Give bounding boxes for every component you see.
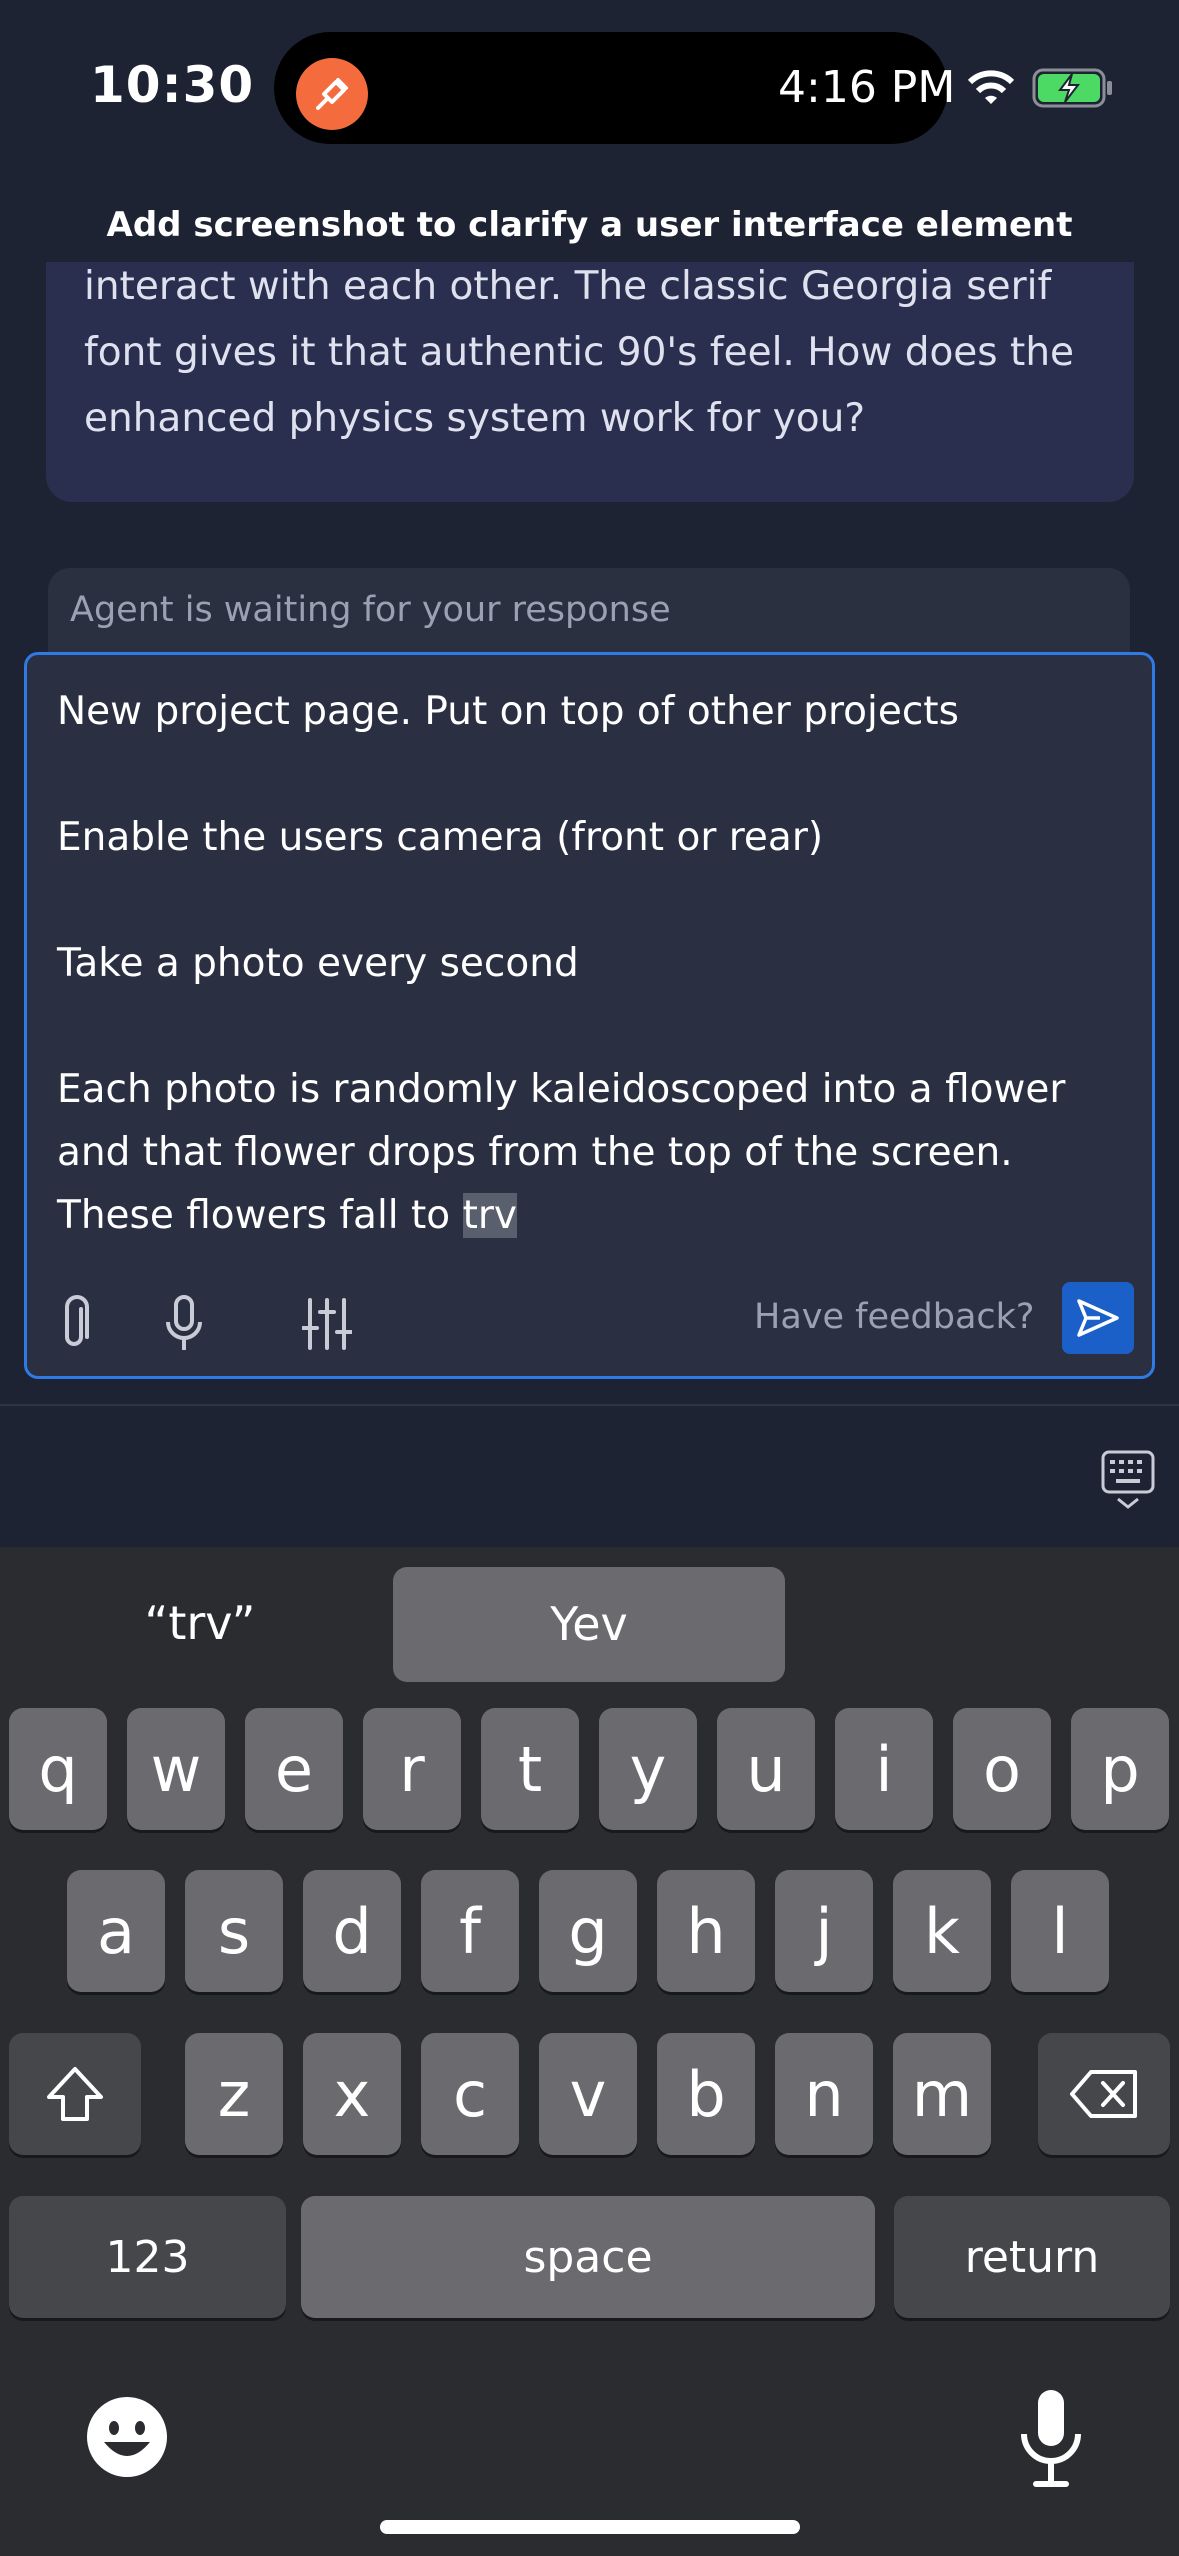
key-m[interactable]: m	[893, 2033, 991, 2155]
space-key[interactable]: space	[301, 2196, 875, 2318]
screenshot-banner: Add screenshot to clarify a user interfa…	[106, 205, 1073, 245]
selected-word[interactable]: trv	[462, 1193, 517, 1238]
settings-sliders-icon[interactable]	[298, 1294, 356, 1354]
key-b[interactable]: b	[657, 2033, 755, 2155]
key-h[interactable]: h	[657, 1870, 755, 1992]
island-time: 4:16 PM	[778, 62, 956, 113]
key-x[interactable]: x	[303, 2033, 401, 2155]
key-l[interactable]: l	[1011, 1870, 1109, 1992]
dictation-mic-icon[interactable]	[1018, 2388, 1084, 2488]
key-t[interactable]: t	[481, 1708, 579, 1830]
battery-charging-icon	[1032, 68, 1114, 112]
keyboard-dismiss-icon[interactable]	[1100, 1448, 1156, 1512]
send-icon	[1077, 1299, 1119, 1337]
key-s[interactable]: s	[185, 1870, 283, 1992]
key-p[interactable]: p	[1071, 1708, 1169, 1830]
backspace-icon	[1070, 2070, 1137, 2118]
screen-record-icon[interactable]	[296, 58, 368, 130]
key-k[interactable]: k	[893, 1870, 991, 1992]
suggestion-literal[interactable]: “trv”	[100, 1596, 300, 1650]
numbers-key[interactable]: 123	[9, 2196, 286, 2318]
divider	[0, 1404, 1179, 1406]
agent-message-text: interact with each other. The classic Ge…	[84, 264, 1075, 441]
key-e[interactable]: e	[245, 1708, 343, 1830]
wifi-icon	[966, 68, 1016, 112]
key-r[interactable]: r	[363, 1708, 461, 1830]
key-a[interactable]: a	[67, 1870, 165, 1992]
feedback-link[interactable]: Have feedback?	[754, 1297, 1035, 1337]
key-v[interactable]: v	[539, 2033, 637, 2155]
delete-key[interactable]	[1038, 2033, 1170, 2155]
waiting-label: Agent is waiting for your response	[70, 590, 671, 630]
input-text: New project page. Put on top of other pr…	[57, 689, 1066, 1238]
key-u[interactable]: u	[717, 1708, 815, 1830]
key-q[interactable]: q	[9, 1708, 107, 1830]
agent-message-card: interact with each other. The classic Ge…	[46, 262, 1134, 502]
key-w[interactable]: w	[127, 1708, 225, 1830]
suggestion-autocorrect-label: Yev	[550, 1597, 628, 1651]
emoji-icon[interactable]	[84, 2394, 170, 2480]
message-input[interactable]: New project page. Put on top of other pr…	[57, 680, 1137, 1247]
shift-icon	[47, 2067, 103, 2121]
voice-input-icon[interactable]	[158, 1292, 210, 1356]
return-key[interactable]: return	[894, 2196, 1170, 2318]
send-button[interactable]	[1062, 1282, 1134, 1354]
key-o[interactable]: o	[953, 1708, 1051, 1830]
status-time: 10:30	[90, 56, 255, 114]
key-f[interactable]: f	[421, 1870, 519, 1992]
key-d[interactable]: d	[303, 1870, 401, 1992]
key-y[interactable]: y	[599, 1708, 697, 1830]
key-c[interactable]: c	[421, 2033, 519, 2155]
key-g[interactable]: g	[539, 1870, 637, 1992]
key-j[interactable]: j	[775, 1870, 873, 1992]
key-n[interactable]: n	[775, 2033, 873, 2155]
home-indicator	[380, 2520, 800, 2534]
key-z[interactable]: z	[185, 2033, 283, 2155]
attach-icon[interactable]	[50, 1292, 98, 1356]
suggestion-autocorrect[interactable]: Yev	[393, 1567, 785, 1682]
shift-key[interactable]	[9, 2033, 141, 2155]
key-i[interactable]: i	[835, 1708, 933, 1830]
